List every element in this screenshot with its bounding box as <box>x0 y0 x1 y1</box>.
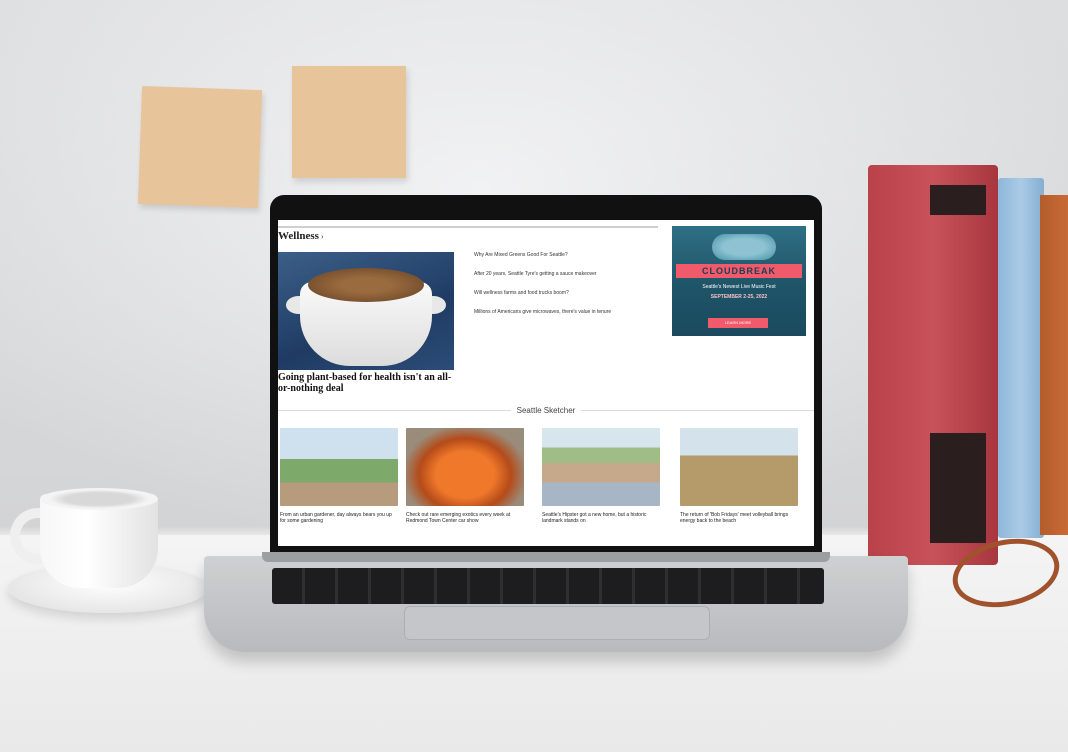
sketch-thumbnail[interactable] <box>280 428 398 506</box>
book-red <box>868 165 998 565</box>
sketch-card[interactable]: The return of 'Bob Fridays' meet volleyb… <box>680 428 798 524</box>
cloud-illustration <box>712 234 776 260</box>
hero-image[interactable] <box>278 252 454 370</box>
laptop-trackpad <box>404 606 710 640</box>
chevron-right-icon: › <box>320 232 324 241</box>
sketcher-title-text[interactable]: Seattle Sketcher <box>510 406 582 415</box>
laptop-screen: Wellness › Going plant-based for health i… <box>278 220 814 546</box>
photo-scene: Wellness › Going plant-based for health i… <box>0 0 1068 752</box>
headline-link[interactable]: Millions of Americans give microwaves, t… <box>474 309 662 316</box>
ad-brand: CLOUDBREAK <box>676 264 802 278</box>
sketch-caption[interactable]: Seattle's Hipster got a new home, but a … <box>542 512 660 524</box>
stew <box>308 268 424 302</box>
ad-cta-button[interactable]: LEARN MORE <box>708 318 768 328</box>
advertisement[interactable]: CLOUDBREAK Seattle's Newest Live Music F… <box>672 226 806 336</box>
headline-link[interactable]: Why Are Mixed Greens Good For Seattle? <box>474 252 662 259</box>
ad-date: SEPTEMBER 2-25, 2022 <box>710 294 768 300</box>
headline-link[interactable]: After 20 years, Seattle Tyre's getting a… <box>474 271 662 278</box>
sketch-card[interactable]: Check out rare emerging exotics every we… <box>406 428 524 524</box>
sketch-thumbnail[interactable] <box>406 428 524 506</box>
book-blue <box>998 178 1044 538</box>
section-title-text[interactable]: Wellness <box>278 230 319 242</box>
sticky-note-left <box>137 85 263 209</box>
laptop-hinge <box>262 552 830 562</box>
sketcher-title[interactable]: Seattle Sketcher <box>278 406 814 415</box>
section-title[interactable]: Wellness › <box>278 230 324 242</box>
sketcher-cards: From an urban gardener, day always bears… <box>278 428 814 546</box>
section-rule <box>278 226 658 228</box>
book-band-top <box>930 185 986 215</box>
sketch-caption[interactable]: From an urban gardener, day always bears… <box>280 512 398 524</box>
book-brown <box>1040 195 1068 535</box>
hero-headline[interactable]: Going plant-based for health isn't an al… <box>278 372 458 394</box>
laptop-keyboard <box>272 568 824 604</box>
sticky-note-right <box>292 66 406 178</box>
cup-rim <box>40 488 158 510</box>
book-band-bottom <box>930 433 986 543</box>
sketch-caption[interactable]: Check out rare emerging exotics every we… <box>406 512 524 524</box>
sketch-caption[interactable]: The return of 'Bob Fridays' meet volleyb… <box>680 512 798 524</box>
headline-link[interactable]: Will wellness farms and food trucks boom… <box>474 290 662 297</box>
sketch-card[interactable]: From an urban gardener, day always bears… <box>280 428 398 524</box>
headline-list: Why Are Mixed Greens Good For Seattle? A… <box>474 252 662 328</box>
sketch-thumbnail[interactable] <box>542 428 660 506</box>
sketch-thumbnail[interactable] <box>680 428 798 506</box>
ad-tagline: Seattle's Newest Live Music Fest <box>702 284 776 290</box>
sketch-card[interactable]: Seattle's Hipster got a new home, but a … <box>542 428 660 524</box>
